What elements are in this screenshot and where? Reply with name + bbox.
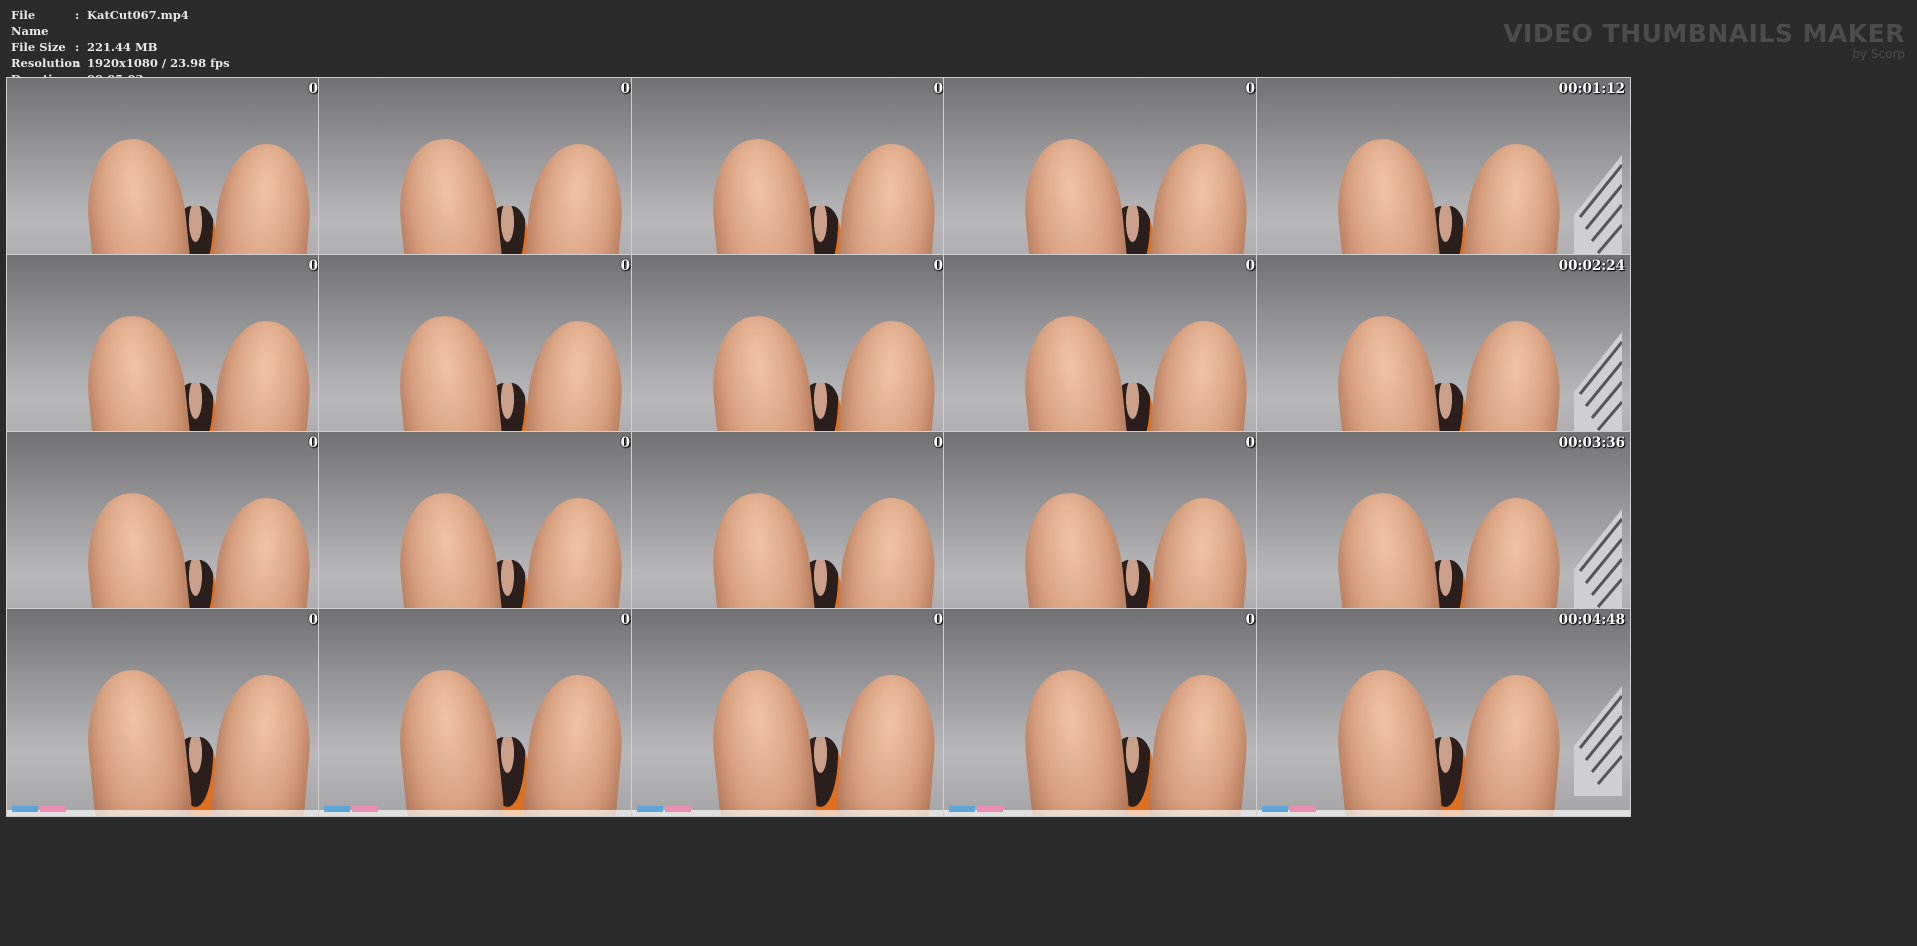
thumbnail-timestamp: 00:01:12 xyxy=(1558,81,1625,97)
staircase-graphic xyxy=(1574,155,1622,265)
file-info: File Name : KatCut067.mp4 File Size : 22… xyxy=(11,7,230,87)
staircase-graphic xyxy=(1574,332,1622,442)
thumbnail-timestamp: 00:04:48 xyxy=(1558,612,1625,628)
file-info-sep: : xyxy=(75,56,80,70)
file-info-row: File Name : KatCut067.mp4 xyxy=(11,7,230,39)
brand-logo: VIDEO THUMBNAILS MAKER by Scorp xyxy=(1503,19,1905,61)
watermark-badge-pink xyxy=(352,806,378,812)
header: File Name : KatCut067.mp4 File Size : 22… xyxy=(0,0,1917,86)
staircase-graphic xyxy=(1574,686,1622,796)
watermark-badges xyxy=(324,806,378,812)
watermark-badge-blue xyxy=(324,806,350,812)
brand-title: VIDEO THUMBNAILS MAKER xyxy=(1503,19,1905,48)
watermark-badge-pink xyxy=(40,806,66,812)
watermark-badge-blue xyxy=(1262,806,1288,812)
staircase-graphic xyxy=(1574,509,1622,619)
file-info-key: File Name xyxy=(11,8,49,38)
watermark-badge-blue xyxy=(637,806,663,812)
file-info-value: KatCut067.mp4 xyxy=(87,8,189,22)
watermark-badge-blue xyxy=(949,806,975,812)
file-info-value: 1920x1080 / 23.98 fps xyxy=(87,56,230,70)
watermark-badge-pink xyxy=(977,806,1003,812)
thumbnail-timestamp: 00:02:24 xyxy=(1558,258,1625,274)
watermark-badge-blue xyxy=(12,806,38,812)
brand-subtitle: by Scorp xyxy=(1852,47,1905,61)
watermark-badge-pink xyxy=(1290,806,1316,812)
thumbnail-timestamp: 00:03:36 xyxy=(1558,435,1625,451)
file-info-key: Resolution xyxy=(11,56,81,70)
watermark-badges xyxy=(12,806,66,812)
video-thumbnail[interactable]: 00:04:48 xyxy=(1256,608,1631,817)
watermark-badges xyxy=(949,806,1003,812)
file-info-sep: : xyxy=(75,40,80,54)
watermark-badges xyxy=(1262,806,1316,812)
watermark-badge-pink xyxy=(665,806,691,812)
file-info-row: Resolution : 1920x1080 / 23.98 fps xyxy=(11,55,230,71)
thumbnail-grid: 00:00:1400:00:2800:00:4300:00:5700:01:12… xyxy=(6,77,1911,941)
file-info-sep: : xyxy=(75,8,80,22)
watermark-badges xyxy=(637,806,691,812)
file-info-key: File Size xyxy=(11,40,66,54)
file-info-row: File Size : 221.44 MB xyxy=(11,39,230,55)
file-info-value: 221.44 MB xyxy=(87,40,158,54)
